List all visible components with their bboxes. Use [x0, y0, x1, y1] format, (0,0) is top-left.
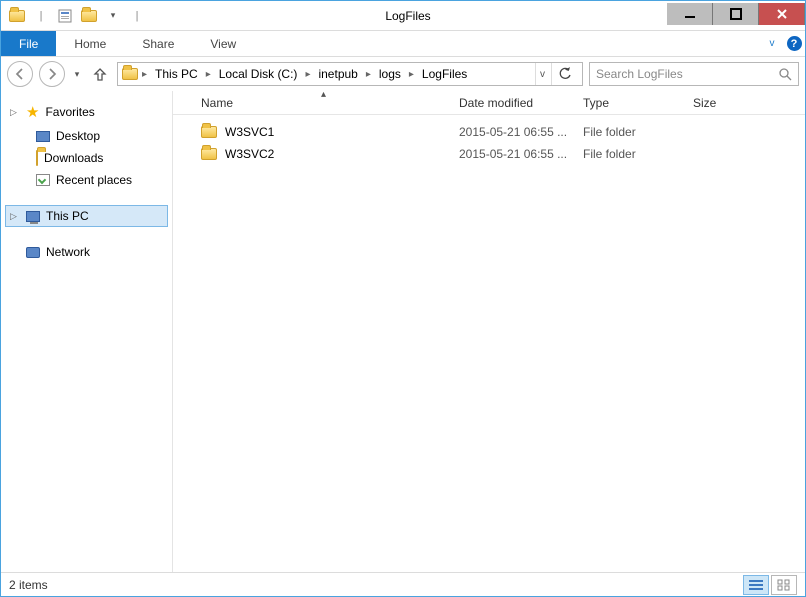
ribbon-expand-icon[interactable]: v — [761, 31, 783, 56]
sidebar-item-label: Desktop — [56, 129, 100, 143]
file-type: File folder — [583, 125, 693, 139]
breadcrumb-drive[interactable]: Local Disk (C:) — [215, 67, 302, 81]
chevron-right-icon[interactable]: ▸ — [140, 69, 149, 80]
details-view-button[interactable] — [743, 575, 769, 595]
collapse-caret-icon[interactable]: ▷ — [10, 211, 20, 222]
network-icon — [26, 247, 40, 258]
sort-indicator-icon: ▴ — [321, 89, 326, 100]
search-input[interactable]: Search LogFiles — [589, 62, 799, 86]
tab-home[interactable]: Home — [56, 31, 124, 56]
sidebar-thispc[interactable]: ▷ This PC — [5, 205, 168, 227]
sidebar-network[interactable]: ▷ Network — [5, 241, 168, 263]
desktop-icon — [36, 131, 50, 142]
file-date: 2015-05-21 06:55 ... — [459, 125, 583, 139]
folder-icon — [5, 4, 29, 28]
sidebar-favorites[interactable]: ▷ ★ Favorites — [5, 99, 168, 125]
folder-icon — [201, 126, 217, 138]
sidebar-label: Network — [46, 245, 90, 259]
file-menu[interactable]: File — [1, 31, 56, 56]
breadcrumb-thispc[interactable]: This PC — [151, 67, 202, 81]
breadcrumb-inetpub[interactable]: inetpub — [314, 67, 361, 81]
star-icon: ★ — [26, 103, 39, 121]
recent-places-icon — [36, 174, 50, 186]
downloads-icon — [36, 151, 38, 165]
qat-dropdown-icon[interactable]: ▾ — [101, 4, 125, 28]
history-dropdown-icon[interactable]: ▾ — [71, 69, 83, 80]
file-date: 2015-05-21 06:55 ... — [459, 147, 583, 161]
navigation-pane: ▷ ★ Favorites Desktop Downloads Recent p… — [1, 91, 173, 572]
back-button[interactable] — [7, 61, 33, 87]
column-type[interactable]: Type — [583, 91, 693, 114]
help-icon: ? — [787, 36, 802, 51]
file-name: W3SVC1 — [225, 125, 274, 139]
column-date[interactable]: Date modified — [459, 91, 583, 114]
sidebar-label: Favorites — [45, 105, 94, 119]
new-folder-icon[interactable] — [77, 4, 101, 28]
refresh-button[interactable] — [551, 63, 578, 85]
column-name[interactable]: Name — [201, 91, 459, 114]
sidebar-label: This PC — [46, 209, 89, 223]
forward-button[interactable] — [39, 61, 65, 87]
breadcrumb-logs[interactable]: logs — [375, 67, 405, 81]
status-item-count: 2 items — [9, 578, 48, 592]
chevron-right-icon[interactable]: ▸ — [204, 69, 213, 80]
sidebar-item-label: Downloads — [44, 151, 103, 165]
sidebar-item-recent[interactable]: Recent places — [5, 169, 168, 191]
minimize-button[interactable] — [667, 3, 713, 25]
breadcrumb-logfiles[interactable]: LogFiles — [418, 67, 471, 81]
address-history-dropdown-icon[interactable]: v — [535, 63, 549, 85]
file-type: File folder — [583, 147, 693, 161]
address-bar[interactable]: ▸ This PC ▸ Local Disk (C:) ▸ inetpub ▸ … — [117, 62, 583, 86]
close-button[interactable] — [759, 3, 805, 25]
qat-separator: | — [29, 4, 53, 28]
column-size[interactable]: Size — [693, 91, 773, 114]
chevron-right-icon[interactable]: ▸ — [364, 69, 373, 80]
column-headers: Name Date modified Type Size — [173, 91, 805, 115]
collapse-caret-icon[interactable]: ▷ — [10, 107, 20, 118]
icons-view-button[interactable] — [771, 575, 797, 595]
qat-end-separator: | — [125, 4, 149, 28]
tab-share[interactable]: Share — [124, 31, 192, 56]
sidebar-item-desktop[interactable]: Desktop — [5, 125, 168, 147]
search-placeholder: Search LogFiles — [596, 67, 683, 81]
sidebar-item-label: Recent places — [56, 173, 132, 187]
window-title: LogFiles — [149, 9, 667, 23]
search-icon — [778, 67, 792, 81]
chevron-right-icon[interactable]: ▸ — [407, 69, 416, 80]
properties-icon[interactable] — [53, 4, 77, 28]
chevron-right-icon[interactable]: ▸ — [303, 69, 312, 80]
folder-icon — [201, 148, 217, 160]
file-name: W3SVC2 — [225, 147, 274, 161]
sidebar-item-downloads[interactable]: Downloads — [5, 147, 168, 169]
table-row[interactable]: W3SVC2 2015-05-21 06:55 ... File folder — [173, 143, 805, 165]
up-button[interactable] — [89, 63, 111, 85]
table-row[interactable]: W3SVC1 2015-05-21 06:55 ... File folder — [173, 121, 805, 143]
computer-icon — [26, 211, 40, 222]
location-folder-icon — [122, 66, 138, 82]
tab-view[interactable]: View — [192, 31, 254, 56]
help-button[interactable]: ? — [783, 31, 805, 56]
maximize-button[interactable] — [713, 3, 759, 25]
